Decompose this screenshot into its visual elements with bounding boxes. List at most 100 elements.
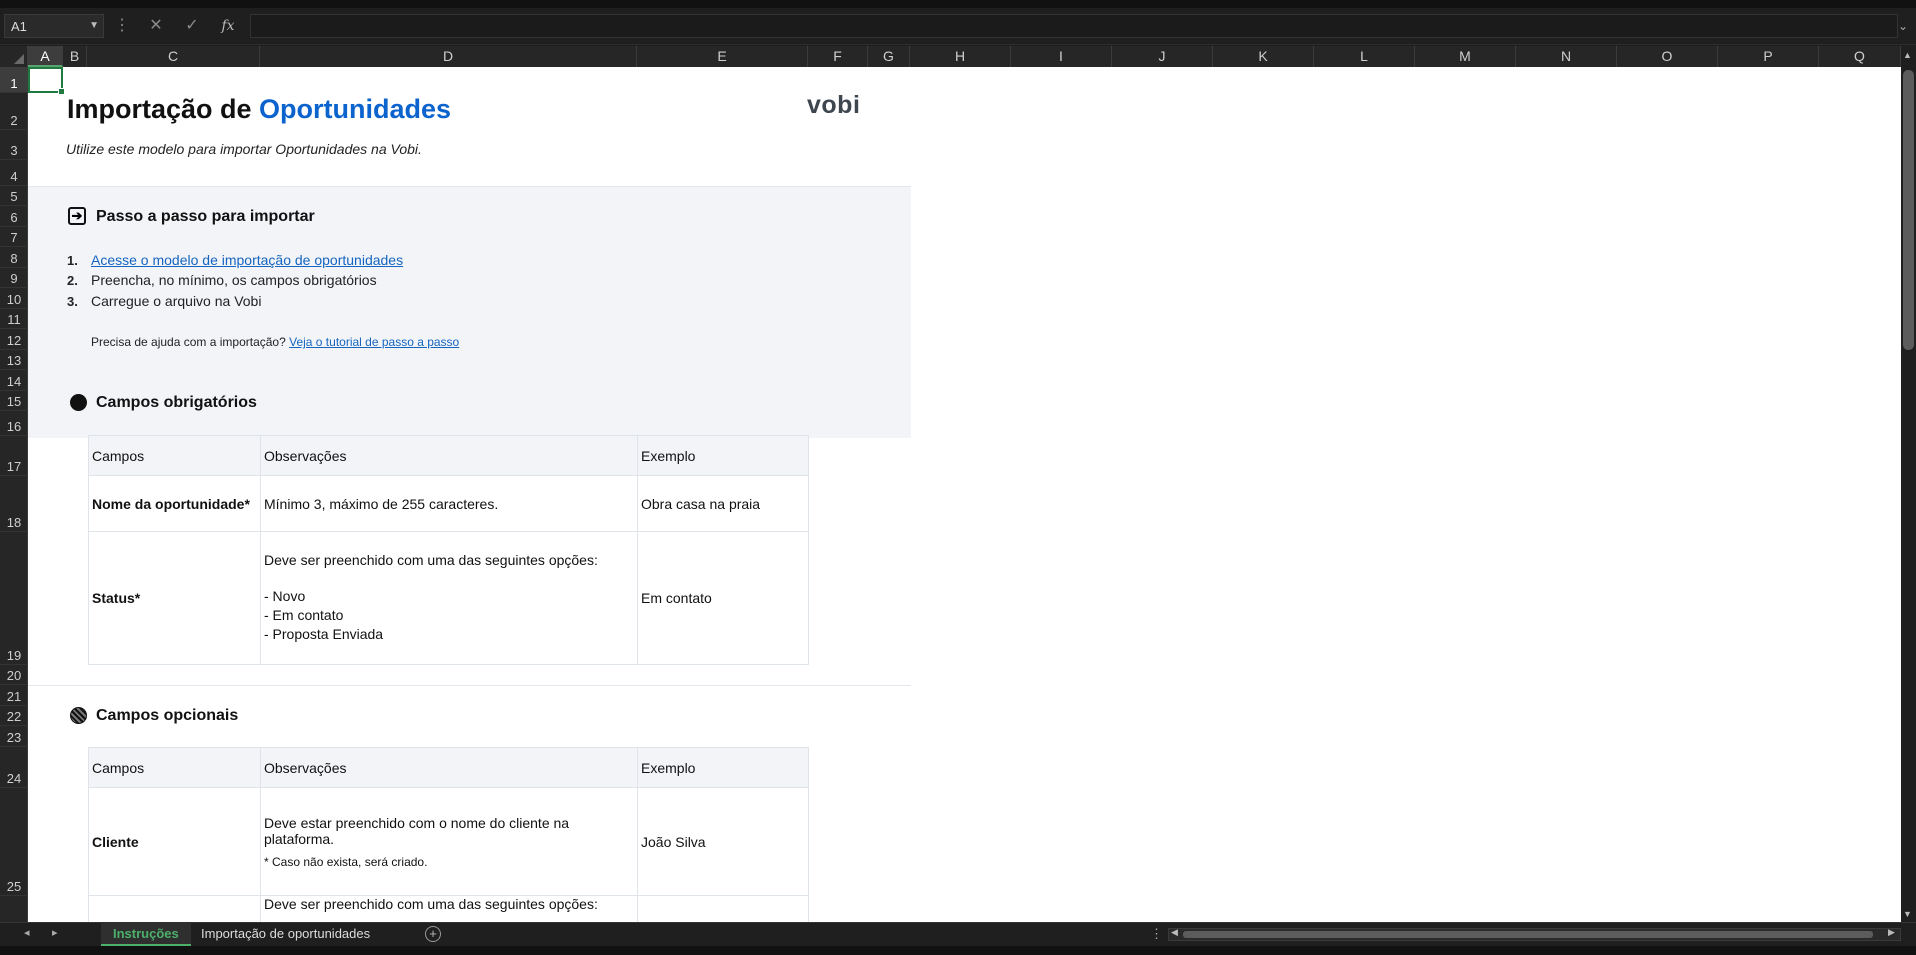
tabs-more-icon[interactable]: ⋮: [1150, 926, 1163, 942]
divider: [28, 186, 911, 187]
row-header-10[interactable]: 10: [0, 288, 28, 309]
active-cell-selection[interactable]: [28, 67, 65, 95]
tab-scroll-left-icon[interactable]: ◂: [24, 926, 30, 939]
chevron-down-icon[interactable]: ▼: [89, 20, 99, 31]
row-header-25[interactable]: 25: [0, 788, 28, 896]
row-header-6[interactable]: 6: [0, 206, 28, 227]
sheet-grid[interactable]: Importação de Oportunidades vobi Utilize…: [28, 67, 1901, 922]
row-header-12[interactable]: 12: [0, 329, 28, 350]
page-title: Importação de Oportunidades: [67, 94, 451, 125]
name-box-value: A1: [11, 19, 27, 34]
row-header-9[interactable]: 9: [0, 268, 28, 288]
scroll-down-icon[interactable]: ▼: [1903, 909, 1912, 919]
more-options-icon[interactable]: ⋮: [108, 14, 136, 38]
tab-instrucoes[interactable]: Instruções: [101, 922, 191, 946]
row-header-17[interactable]: 17: [0, 436, 28, 476]
step-number: 2.: [67, 273, 78, 288]
observation-option: - Novo: [264, 588, 306, 604]
name-box[interactable]: A1 ▼: [4, 14, 104, 38]
row-header-15[interactable]: 15: [0, 391, 28, 411]
row-header-7[interactable]: 7: [0, 227, 28, 247]
row-header-24[interactable]: 24: [0, 747, 28, 788]
row-header-23[interactable]: 23: [0, 726, 28, 747]
column-header-j[interactable]: J: [1112, 46, 1213, 67]
optional-fields-table: Campos Observações Exemplo Cliente Deve …: [88, 747, 809, 922]
enter-icon[interactable]: ✓: [178, 14, 206, 38]
row-header-16[interactable]: 16: [0, 411, 28, 436]
select-all-corner[interactable]: [0, 46, 28, 67]
observation-text: Deve estar preenchido com o nome do clie…: [264, 814, 570, 847]
optional-fields-title: Campos opcionais: [96, 707, 239, 724]
hscroll-left-icon[interactable]: ◀: [1171, 927, 1178, 938]
table-header-row: Campos Observações Exemplo: [88, 747, 809, 788]
hscroll-right-icon[interactable]: ▶: [1888, 927, 1895, 938]
column-header-o[interactable]: O: [1617, 46, 1718, 67]
row-header-20[interactable]: 20: [0, 665, 28, 685]
row-header-8[interactable]: 8: [0, 247, 28, 268]
horizontal-scroll-thumb[interactable]: [1183, 931, 1873, 938]
row-header-1[interactable]: 1: [0, 67, 28, 93]
column-header-d[interactable]: D: [260, 46, 637, 67]
table-row: Deve ser preenchido com uma das seguinte…: [88, 895, 809, 922]
field-observation: Deve estar preenchido com o nome do clie…: [260, 787, 638, 896]
table-header-row: Campos Observações Exemplo: [88, 435, 809, 476]
column-header-c[interactable]: C: [87, 46, 260, 67]
header-cell-example: Exemplo: [637, 747, 809, 788]
steps-title: Passo a passo para importar: [96, 208, 315, 225]
step-number: 1.: [67, 253, 78, 268]
row-header-2[interactable]: 2: [0, 93, 28, 130]
column-header-g[interactable]: G: [868, 46, 910, 67]
step-text: Preencha, no mínimo, os campos obrigatór…: [91, 272, 377, 288]
row-header-22[interactable]: 22: [0, 706, 28, 726]
cancel-icon[interactable]: ✕: [142, 14, 170, 38]
column-header-m[interactable]: M: [1415, 46, 1516, 67]
header-cell-fields: Campos: [88, 435, 261, 476]
field-observation: Deve ser preenchido com uma das seguinte…: [260, 895, 638, 922]
field-example: Obra casa na praia: [637, 475, 809, 532]
field-example: [637, 895, 809, 922]
row-header-21[interactable]: 21: [0, 685, 28, 706]
column-header-n[interactable]: N: [1516, 46, 1617, 67]
column-header-f[interactable]: F: [808, 46, 868, 67]
step-link-import-template[interactable]: Acesse o modelo de importação de oportun…: [91, 252, 403, 268]
column-header-i[interactable]: I: [1011, 46, 1112, 67]
add-sheet-icon[interactable]: +: [425, 926, 441, 942]
row-header-3[interactable]: 3: [0, 130, 28, 160]
column-header-p[interactable]: P: [1718, 46, 1819, 67]
column-header-l[interactable]: L: [1314, 46, 1415, 67]
column-header-e[interactable]: E: [637, 46, 808, 67]
row-header-19[interactable]: 19: [0, 532, 28, 665]
help-text: Precisa de ajuda com a importação?: [91, 335, 290, 349]
observation-option: - Proposta Enviada: [264, 626, 384, 642]
insert-function-icon[interactable]: fx: [214, 14, 242, 38]
table-row: Cliente Deve estar preenchido com o nome…: [88, 787, 809, 896]
required-fields-title: Campos obrigatórios: [96, 394, 257, 411]
table-row: Status* Deve ser preenchido com uma das …: [88, 531, 809, 665]
tab-importacao-de-oportunidades[interactable]: Importação de oportunidades: [189, 922, 382, 946]
scroll-up-icon[interactable]: ▲: [1903, 50, 1912, 60]
field-name: [88, 895, 261, 922]
column-header-q[interactable]: Q: [1819, 46, 1901, 67]
row-header-11[interactable]: 11: [0, 309, 28, 329]
vobi-logo: vobi: [807, 91, 861, 119]
column-header-a[interactable]: A: [28, 46, 63, 67]
filled-circle-icon: [70, 394, 87, 411]
row-header-5[interactable]: 5: [0, 186, 28, 206]
column-header-b[interactable]: B: [63, 46, 87, 67]
row-header-14[interactable]: 14: [0, 370, 28, 391]
formula-input[interactable]: [250, 14, 1898, 38]
tab-scroll-right-icon[interactable]: ▸: [52, 926, 58, 939]
expand-formula-bar-icon[interactable]: ⌄: [1898, 14, 1908, 38]
vertical-scroll-thumb[interactable]: [1903, 70, 1914, 350]
observation-note: * Caso não exista, será criado.: [264, 854, 428, 869]
column-header-h[interactable]: H: [910, 46, 1011, 67]
field-name: Cliente: [88, 787, 261, 896]
field-name: Nome da oportunidade*: [88, 475, 261, 532]
column-header-k[interactable]: K: [1213, 46, 1314, 67]
row-header-13[interactable]: 13: [0, 350, 28, 370]
tutorial-link[interactable]: Veja o tutorial de passo a passo: [289, 335, 459, 349]
field-observation: Deve ser preenchido com uma das seguinte…: [260, 531, 638, 665]
row-header-4[interactable]: 4: [0, 160, 28, 186]
row-header-18[interactable]: 18: [0, 476, 28, 532]
